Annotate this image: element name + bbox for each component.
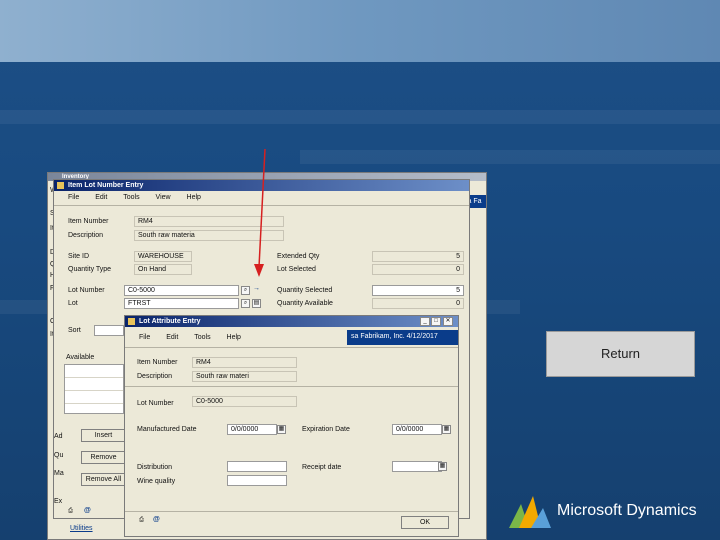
note-icon[interactable]: ▤ [252,299,261,308]
extended-qty-label: Extended Qty [277,253,320,260]
receipt-date-label: Receipt date [302,464,342,471]
help-icon[interactable]: @ [153,516,160,523]
return-button[interactable]: Return [546,331,695,377]
partial-label: Qu [54,452,64,459]
lot-input[interactable]: FTRST [124,298,239,309]
sort-dropdown[interactable] [94,325,124,336]
description-label: Description [68,232,104,239]
menu-help[interactable]: Help [227,332,241,343]
ok-button[interactable]: OK [401,516,449,529]
calendar-icon[interactable]: ▦ [277,425,286,434]
distribution-input[interactable] [227,461,287,472]
printer-icon[interactable]: ⎙ [137,517,146,526]
lot-attribute-window: Lot Attribute Entry _ □ ✕ File Edit Tool… [124,315,459,537]
close-icon[interactable]: ✕ [443,317,453,326]
item-number-label: Item Number [68,218,109,225]
lot-number-label: Lot Number [68,287,105,294]
remove-all-button[interactable]: Remove All [81,473,126,486]
lot-selected-label: Lot Selected [277,266,316,273]
divider [125,347,458,348]
divider [125,386,458,387]
partial-label: Ad [54,433,63,440]
lot-selected-field: 0 [372,264,464,275]
calendar-icon[interactable]: ▦ [442,425,451,434]
menu-tools[interactable]: Tools [194,332,210,343]
dynamics-logo-icon [509,496,551,528]
lot-number-input[interactable]: C0-5000 [124,285,239,296]
utilities-label[interactable]: Utilities [70,525,93,532]
menu-edit[interactable]: Edit [95,192,107,203]
wine-quality-label: Wine quality [137,478,176,485]
sort-label: Sort [68,327,81,334]
grid-row[interactable] [65,391,123,404]
menu-view[interactable]: View [156,192,171,203]
lot-number-field: C0-5000 [192,396,297,407]
quantity-type-label: Quantity Type [68,266,112,273]
microsoft-dynamics-logo: Microsoft Dynamics [509,490,714,530]
site-id-label: Site ID [68,253,90,260]
receipt-date-input[interactable] [392,461,442,472]
minimize-icon[interactable]: _ [420,317,430,326]
window-icon [128,318,135,325]
item-number-field: RM4 [192,357,297,368]
menu-file[interactable]: File [68,192,79,203]
menu-edit[interactable]: Edit [166,332,178,343]
quantity-selected-label: Quantity Selected [277,287,333,294]
site-id-field: WAREHOUSE [134,251,192,262]
extended-qty-field: 5 [372,251,464,262]
quantity-available-field: 0 [372,298,464,309]
menu-file[interactable]: File [139,332,150,343]
calendar-icon[interactable]: ▦ [438,462,447,471]
quantity-type-field: On Hand [134,264,192,275]
printer-icon[interactable]: ⎙ [66,508,75,517]
manufactured-date-input[interactable]: 0/0/0000 [227,424,277,435]
lot-attribute-title-text: Lot Attribute Entry [139,318,201,325]
quantity-selected-input[interactable]: 5 [372,285,464,296]
help-icon[interactable]: @ [84,507,91,514]
wine-quality-input[interactable] [227,475,287,486]
bg-streak [300,150,720,164]
lot-number-label: Lot Number [137,400,174,407]
maximize-icon[interactable]: □ [431,317,441,326]
bg-streak [0,110,720,124]
available-grid[interactable] [64,364,124,414]
item-number-label: Item Number [137,359,178,366]
arrow-right-icon[interactable]: → [253,285,260,292]
partial-label: Ma [54,470,64,477]
slide-top-band [0,0,720,62]
lot-attribute-title: Lot Attribute Entry [125,316,458,327]
available-header: Available [66,354,95,361]
window-icon [57,182,64,189]
menu-help[interactable]: Help [187,192,201,203]
distribution-label: Distribution [137,464,173,471]
insert-button[interactable]: Insert [81,429,126,442]
description-field: South raw materi [192,371,297,382]
expiration-date-label: Expiration Date [302,426,350,433]
lot-label: Lot [68,300,78,307]
user-date-band: sa Fabrikam, Inc. 4/12/2017 [347,330,458,345]
lookup-icon[interactable]: ⌕ [241,299,250,308]
lookup-icon[interactable]: ⌕ [241,286,250,295]
grid-row[interactable] [65,365,123,378]
partial-label: Ex [54,498,63,505]
brand-text: Microsoft Dynamics [557,502,697,519]
quantity-available-label: Quantity Available [277,300,333,307]
remove-button[interactable]: Remove [81,451,126,464]
expiration-date-input[interactable]: 0/0/0000 [392,424,442,435]
description-label: Description [137,373,173,380]
annotation-arrow [254,148,266,277]
divider [125,511,458,512]
menu-tools[interactable]: Tools [123,192,139,203]
manufactured-date-label: Manufactured Date [137,426,197,433]
grid-row[interactable] [65,378,123,391]
lot-entry-title-text: Item Lot Number Entry [68,182,144,189]
